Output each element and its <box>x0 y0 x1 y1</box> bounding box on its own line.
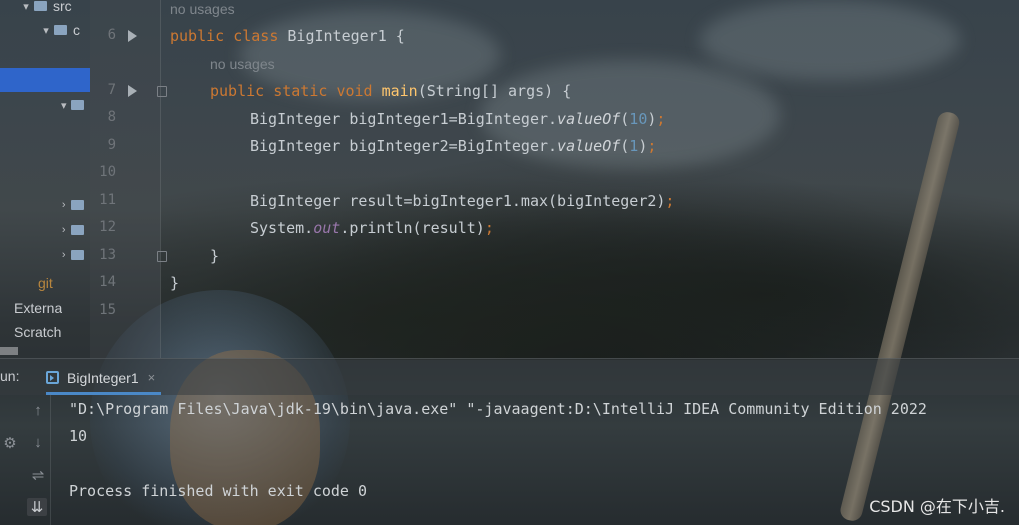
folder-icon <box>71 250 84 260</box>
fold-marker-icon[interactable] <box>157 86 167 97</box>
code-text: BigInteger result=bigInteger1.max(bigInt… <box>250 192 666 210</box>
console-line: 10 <box>69 427 88 445</box>
line-number: 6 <box>107 27 116 43</box>
tree-item[interactable]: Scratch <box>0 320 90 344</box>
keyword: void <box>336 82 373 100</box>
code-text: BigInteger bigInteger2=BigInteger. <box>250 137 558 155</box>
static-field: out <box>313 219 341 237</box>
line-number: 14 <box>99 274 116 290</box>
method-name: main <box>381 82 418 100</box>
scroll-to-end-icon[interactable]: ⇊ <box>27 498 47 516</box>
static-call: valueOf <box>557 110 621 128</box>
chevron-icon[interactable]: › <box>56 199 71 211</box>
chevron-icon[interactable]: › <box>56 224 71 236</box>
project-tree-panel: ▾ src ▾ c ▾ › › › git Externa Scratch <box>0 0 90 358</box>
chevron-icon[interactable]: ▾ <box>18 0 34 13</box>
line-number: 10 <box>99 164 116 180</box>
tree-item-selected[interactable] <box>0 68 90 92</box>
code-line-8: BigInteger bigInteger1=BigInteger.valueO… <box>250 107 665 131</box>
tree-item[interactable]: › <box>0 243 90 267</box>
run-toolbar: ↑ ↓ ⇌ ⇊ ⚙ <box>0 394 52 525</box>
console-line: "D:\Program Files\Java\jdk-19\bin\java.e… <box>69 400 927 418</box>
code-text: ( <box>620 110 630 128</box>
tree-item-label: Externa <box>14 300 63 316</box>
code-text: ) <box>638 137 648 155</box>
tree-scrollbar[interactable] <box>0 347 18 355</box>
scroll-down-icon[interactable]: ↓ <box>28 434 48 451</box>
semicolon: ; <box>665 192 675 210</box>
code-line-7: public static void main(String[] args) { <box>210 79 571 103</box>
folder-icon <box>71 100 84 110</box>
code-text: (String[] args) { <box>417 82 572 100</box>
run-main-icon[interactable] <box>128 85 137 97</box>
run-header: un: BigInteger1 × <box>0 358 1019 395</box>
code-line-6: public class BigInteger1 { <box>170 24 405 48</box>
tree-item[interactable]: › <box>0 218 90 242</box>
run-config-icon <box>46 371 59 384</box>
line-number: 15 <box>99 302 116 318</box>
line-number: 12 <box>99 219 116 235</box>
line-number: 7 <box>107 82 116 98</box>
tab-biginteger1[interactable]: BigInteger1 × <box>46 363 162 395</box>
code-line-11: BigInteger result=bigInteger1.max(bigInt… <box>250 189 674 213</box>
soft-wrap-icon[interactable]: ⇌ <box>28 466 48 484</box>
tree-item[interactable]: ▾ c <box>0 18 90 42</box>
number-literal: 1 <box>629 137 639 155</box>
close-icon[interactable]: × <box>148 370 156 385</box>
number-literal: 10 <box>629 110 648 128</box>
code-text: BigInteger bigInteger1=BigInteger. <box>250 110 558 128</box>
editor-gutter: 6 7 8 9 10 11 12 13 14 15 <box>90 0 167 358</box>
keyword: public <box>170 27 225 45</box>
folder-icon <box>71 200 84 210</box>
fold-marker-icon[interactable] <box>157 251 167 262</box>
code-text: System. <box>250 219 314 237</box>
run-class-icon[interactable] <box>128 30 137 42</box>
code-line-13: } <box>210 247 220 265</box>
semicolon: ; <box>484 219 494 237</box>
tree-item-label: Scratch <box>14 324 62 340</box>
folder-icon <box>34 1 47 11</box>
static-call: valueOf <box>557 137 621 155</box>
chevron-icon[interactable]: ▾ <box>56 99 71 112</box>
folder-icon <box>71 225 84 235</box>
keyword: public <box>210 82 265 100</box>
watermark: CSDN @在下小吉. <box>869 497 1005 516</box>
chevron-icon[interactable]: › <box>56 249 71 261</box>
class-name: BigInteger1 { <box>287 27 405 45</box>
chevron-icon[interactable]: ▾ <box>38 24 54 37</box>
tree-item-label: c <box>73 22 80 38</box>
code-text: ( <box>620 137 630 155</box>
code-line-12: System.out.println(result); <box>250 216 494 240</box>
tree-item[interactable]: Externa <box>0 296 90 320</box>
tab-label: BigInteger1 <box>67 369 139 386</box>
ide-window: ▾ src ▾ c ▾ › › › git Externa Scratch 6 7 8 9 10 1… <box>0 0 1019 525</box>
usages-hint[interactable]: no usages <box>210 56 275 72</box>
run-tool-window: un: BigInteger1 × ↑ ↓ ⇌ ⇊ ⚙ "D:\Program … <box>0 358 1019 525</box>
settings-icon[interactable]: ⚙ <box>0 434 20 452</box>
tree-item[interactable]: ▾ src <box>0 0 90 18</box>
tree-item[interactable]: git <box>0 271 90 295</box>
line-number: 13 <box>99 247 116 263</box>
code-text: .println(result) <box>340 219 485 237</box>
line-number: 9 <box>107 137 116 153</box>
line-number: 11 <box>99 192 116 208</box>
code-line-9: BigInteger bigInteger2=BigInteger.valueO… <box>250 134 656 158</box>
scroll-up-icon[interactable]: ↑ <box>28 402 48 419</box>
tree-item[interactable]: › <box>0 193 90 217</box>
tree-item-label: git <box>38 275 53 291</box>
keyword: class <box>233 27 279 45</box>
semicolon: ; <box>656 110 666 128</box>
code-editor[interactable]: 6 7 8 9 10 11 12 13 14 15 no usages publ… <box>90 0 1019 358</box>
console-line: Process finished with exit code 0 <box>69 482 368 500</box>
keyword: static <box>273 82 328 100</box>
code-line-14: } <box>170 274 180 292</box>
line-number: 8 <box>107 109 116 125</box>
tree-item-label: src <box>53 0 72 14</box>
folder-icon <box>54 25 67 35</box>
semicolon: ; <box>647 137 657 155</box>
usages-hint[interactable]: no usages <box>170 1 235 17</box>
run-title: un: <box>0 368 20 384</box>
tree-item[interactable]: ▾ <box>0 93 90 117</box>
